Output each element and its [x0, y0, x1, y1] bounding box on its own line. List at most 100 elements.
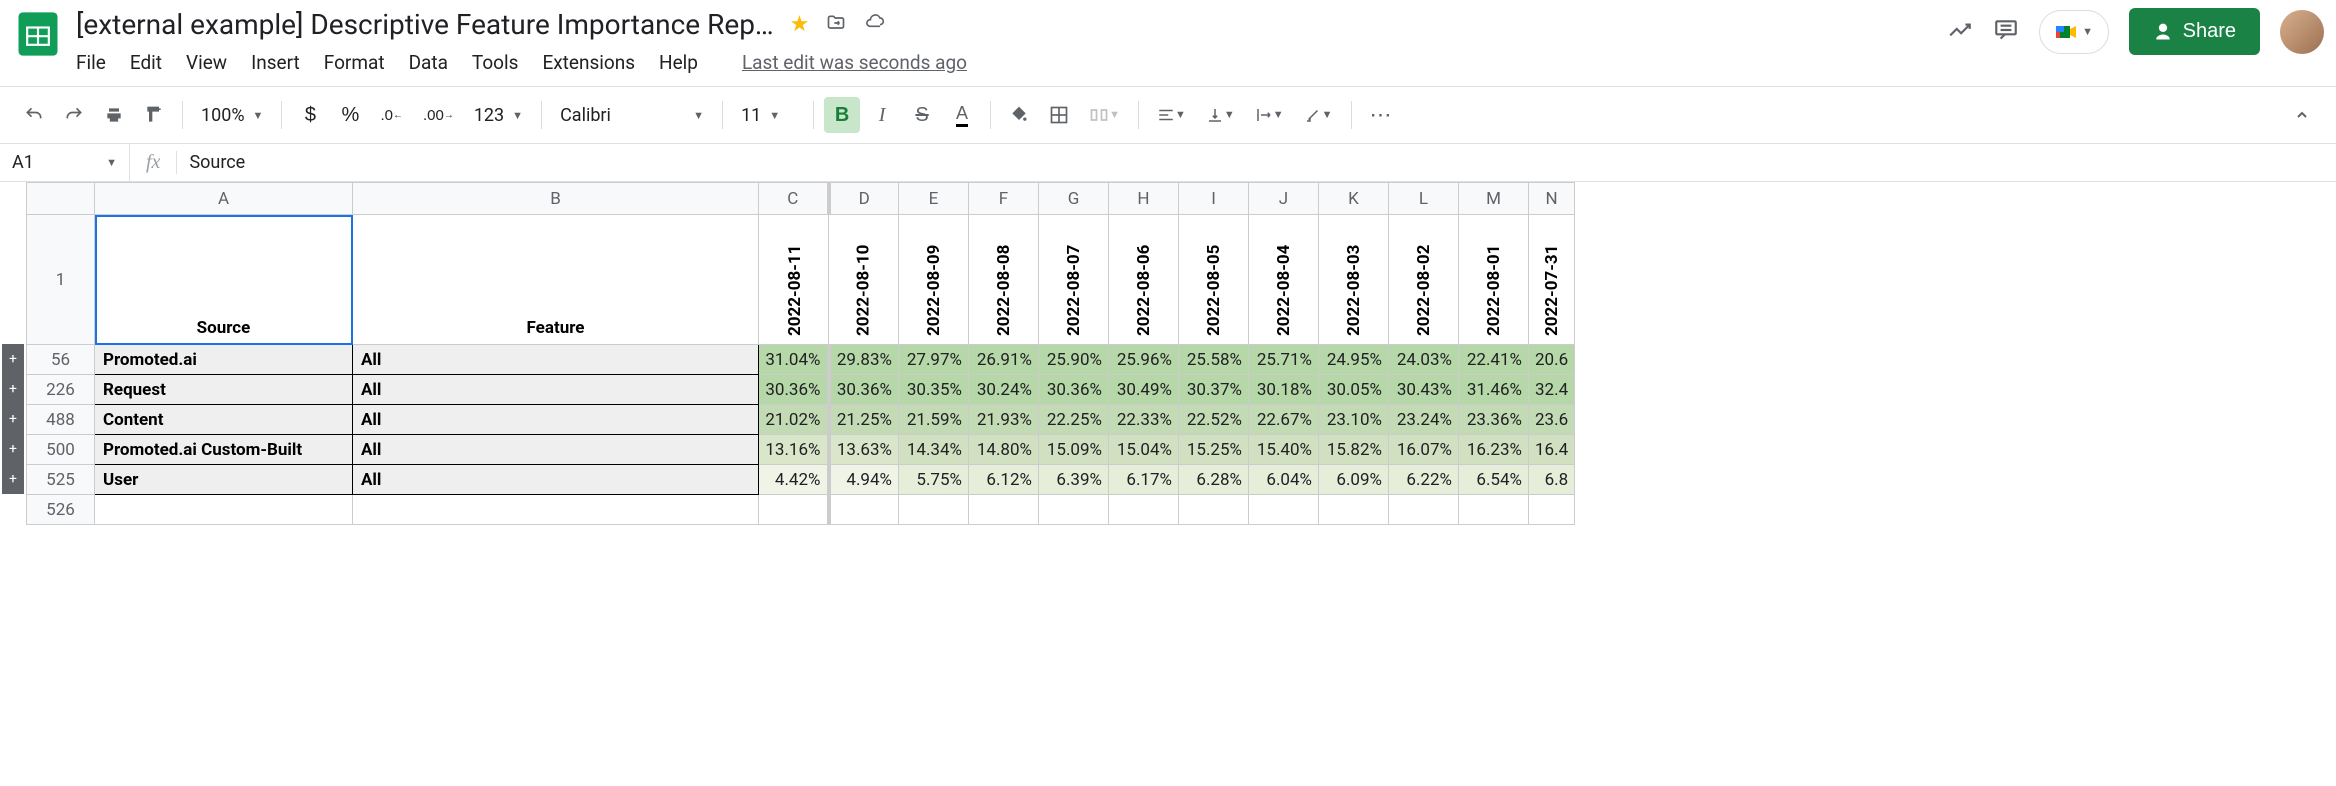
cell[interactable]: All [353, 465, 759, 495]
cell[interactable]: 15.25% [1179, 435, 1249, 465]
text-color-button[interactable]: A [944, 97, 980, 133]
column-header[interactable]: M [1459, 183, 1529, 215]
cell[interactable] [1179, 495, 1249, 525]
menu-data[interactable]: Data [409, 51, 448, 74]
expand-group-button[interactable]: + [2, 404, 24, 434]
cell[interactable]: 25.90% [1039, 345, 1109, 375]
fill-color-button[interactable] [1001, 97, 1037, 133]
comments-icon[interactable] [1993, 17, 2019, 47]
cell[interactable]: 4.42% [759, 465, 829, 495]
column-header[interactable]: L [1389, 183, 1459, 215]
cell[interactable]: 30.36% [1039, 375, 1109, 405]
cell[interactable]: Feature [353, 215, 759, 345]
undo-button[interactable] [16, 97, 52, 133]
expand-group-button[interactable]: + [2, 434, 24, 464]
cell[interactable]: 29.83% [829, 345, 899, 375]
column-header[interactable]: C [759, 183, 829, 215]
cell[interactable]: 15.40% [1249, 435, 1319, 465]
cell[interactable]: All [353, 345, 759, 375]
cell[interactable]: 4.94% [829, 465, 899, 495]
spreadsheet-grid[interactable]: A B C D E F G H I J K L M N 1 Source Fea… [26, 182, 1575, 525]
column-header[interactable]: F [969, 183, 1039, 215]
cell[interactable] [1389, 495, 1459, 525]
move-icon[interactable] [825, 13, 847, 37]
menu-edit[interactable]: Edit [130, 51, 162, 74]
sheets-app-icon[interactable] [12, 8, 64, 60]
redo-button[interactable] [56, 97, 92, 133]
italic-button[interactable]: I [864, 97, 900, 133]
h-align-button[interactable]: ▼ [1149, 97, 1194, 133]
cell[interactable] [353, 495, 759, 525]
expand-group-button[interactable]: + [2, 344, 24, 374]
cell[interactable]: 2022-08-03 [1319, 215, 1389, 345]
borders-button[interactable] [1041, 97, 1077, 133]
cell[interactable]: 31.04% [759, 345, 829, 375]
row-header[interactable]: 525 [27, 465, 95, 495]
zoom-select[interactable]: 100%▼ [193, 101, 271, 130]
column-header[interactable]: J [1249, 183, 1319, 215]
cell[interactable]: Request [95, 375, 353, 405]
number-format-select[interactable]: 123▼ [466, 101, 531, 130]
v-align-button[interactable]: ▼ [1198, 97, 1243, 133]
cell[interactable]: 6.8 [1529, 465, 1575, 495]
cell[interactable]: Source [95, 215, 353, 345]
cell[interactable]: 32.4 [1529, 375, 1575, 405]
cell[interactable]: 14.34% [899, 435, 969, 465]
meet-button[interactable]: ▼ [2039, 10, 2109, 54]
font-size-select[interactable]: 11▼ [733, 101, 803, 130]
cell[interactable]: 2022-08-08 [969, 215, 1039, 345]
currency-button[interactable]: $ [292, 97, 328, 133]
cell[interactable]: 30.49% [1109, 375, 1179, 405]
menu-view[interactable]: View [186, 51, 227, 74]
cell[interactable]: 24.95% [1319, 345, 1389, 375]
cell[interactable]: 6.39% [1039, 465, 1109, 495]
wrap-button[interactable]: ▼ [1247, 97, 1292, 133]
cell[interactable]: 23.6 [1529, 405, 1575, 435]
cell[interactable]: 2022-08-04 [1249, 215, 1319, 345]
cell[interactable]: 2022-08-02 [1389, 215, 1459, 345]
cell[interactable]: 30.43% [1389, 375, 1459, 405]
cell[interactable]: All [353, 375, 759, 405]
cell[interactable]: 22.33% [1109, 405, 1179, 435]
percent-button[interactable]: % [332, 97, 368, 133]
menu-insert[interactable]: Insert [251, 51, 300, 74]
cell[interactable]: 21.93% [969, 405, 1039, 435]
cell[interactable]: 2022-08-06 [1109, 215, 1179, 345]
row-header[interactable]: 488 [27, 405, 95, 435]
strikethrough-button[interactable]: S [904, 97, 940, 133]
cell[interactable]: 23.24% [1389, 405, 1459, 435]
cell[interactable]: 21.59% [899, 405, 969, 435]
share-button[interactable]: Share [2129, 8, 2260, 55]
print-button[interactable] [96, 97, 132, 133]
cell[interactable] [1249, 495, 1319, 525]
cell[interactable] [95, 495, 353, 525]
cell[interactable]: 2022-08-05 [1179, 215, 1249, 345]
rotate-button[interactable]: ▼ [1296, 97, 1341, 133]
cell[interactable]: 22.67% [1249, 405, 1319, 435]
cell[interactable]: 2022-07-31 [1529, 215, 1575, 345]
cell[interactable]: 2022-08-09 [899, 215, 969, 345]
row-header[interactable]: 1 [27, 215, 95, 345]
merge-button[interactable]: ▼ [1081, 97, 1128, 133]
cell[interactable]: 2022-08-01 [1459, 215, 1529, 345]
expand-group-button[interactable]: + [2, 464, 24, 494]
star-icon[interactable]: ★ [790, 12, 810, 37]
cell[interactable] [1529, 495, 1575, 525]
cell[interactable]: 30.05% [1319, 375, 1389, 405]
cell[interactable]: All [353, 405, 759, 435]
cell[interactable]: 22.41% [1459, 345, 1529, 375]
menu-file[interactable]: File [76, 51, 106, 74]
cell[interactable]: 14.80% [969, 435, 1039, 465]
cell[interactable]: 15.04% [1109, 435, 1179, 465]
cell[interactable] [1109, 495, 1179, 525]
account-avatar[interactable] [2280, 10, 2324, 54]
bold-button[interactable]: B [824, 97, 860, 133]
cell[interactable]: All [353, 435, 759, 465]
cell[interactable]: 5.75% [899, 465, 969, 495]
menu-tools[interactable]: Tools [472, 51, 519, 74]
cell[interactable]: 16.23% [1459, 435, 1529, 465]
cell[interactable]: 30.36% [829, 375, 899, 405]
cell[interactable]: 21.25% [829, 405, 899, 435]
cell[interactable]: 25.71% [1249, 345, 1319, 375]
cell[interactable]: Promoted.ai Custom-Built [95, 435, 353, 465]
